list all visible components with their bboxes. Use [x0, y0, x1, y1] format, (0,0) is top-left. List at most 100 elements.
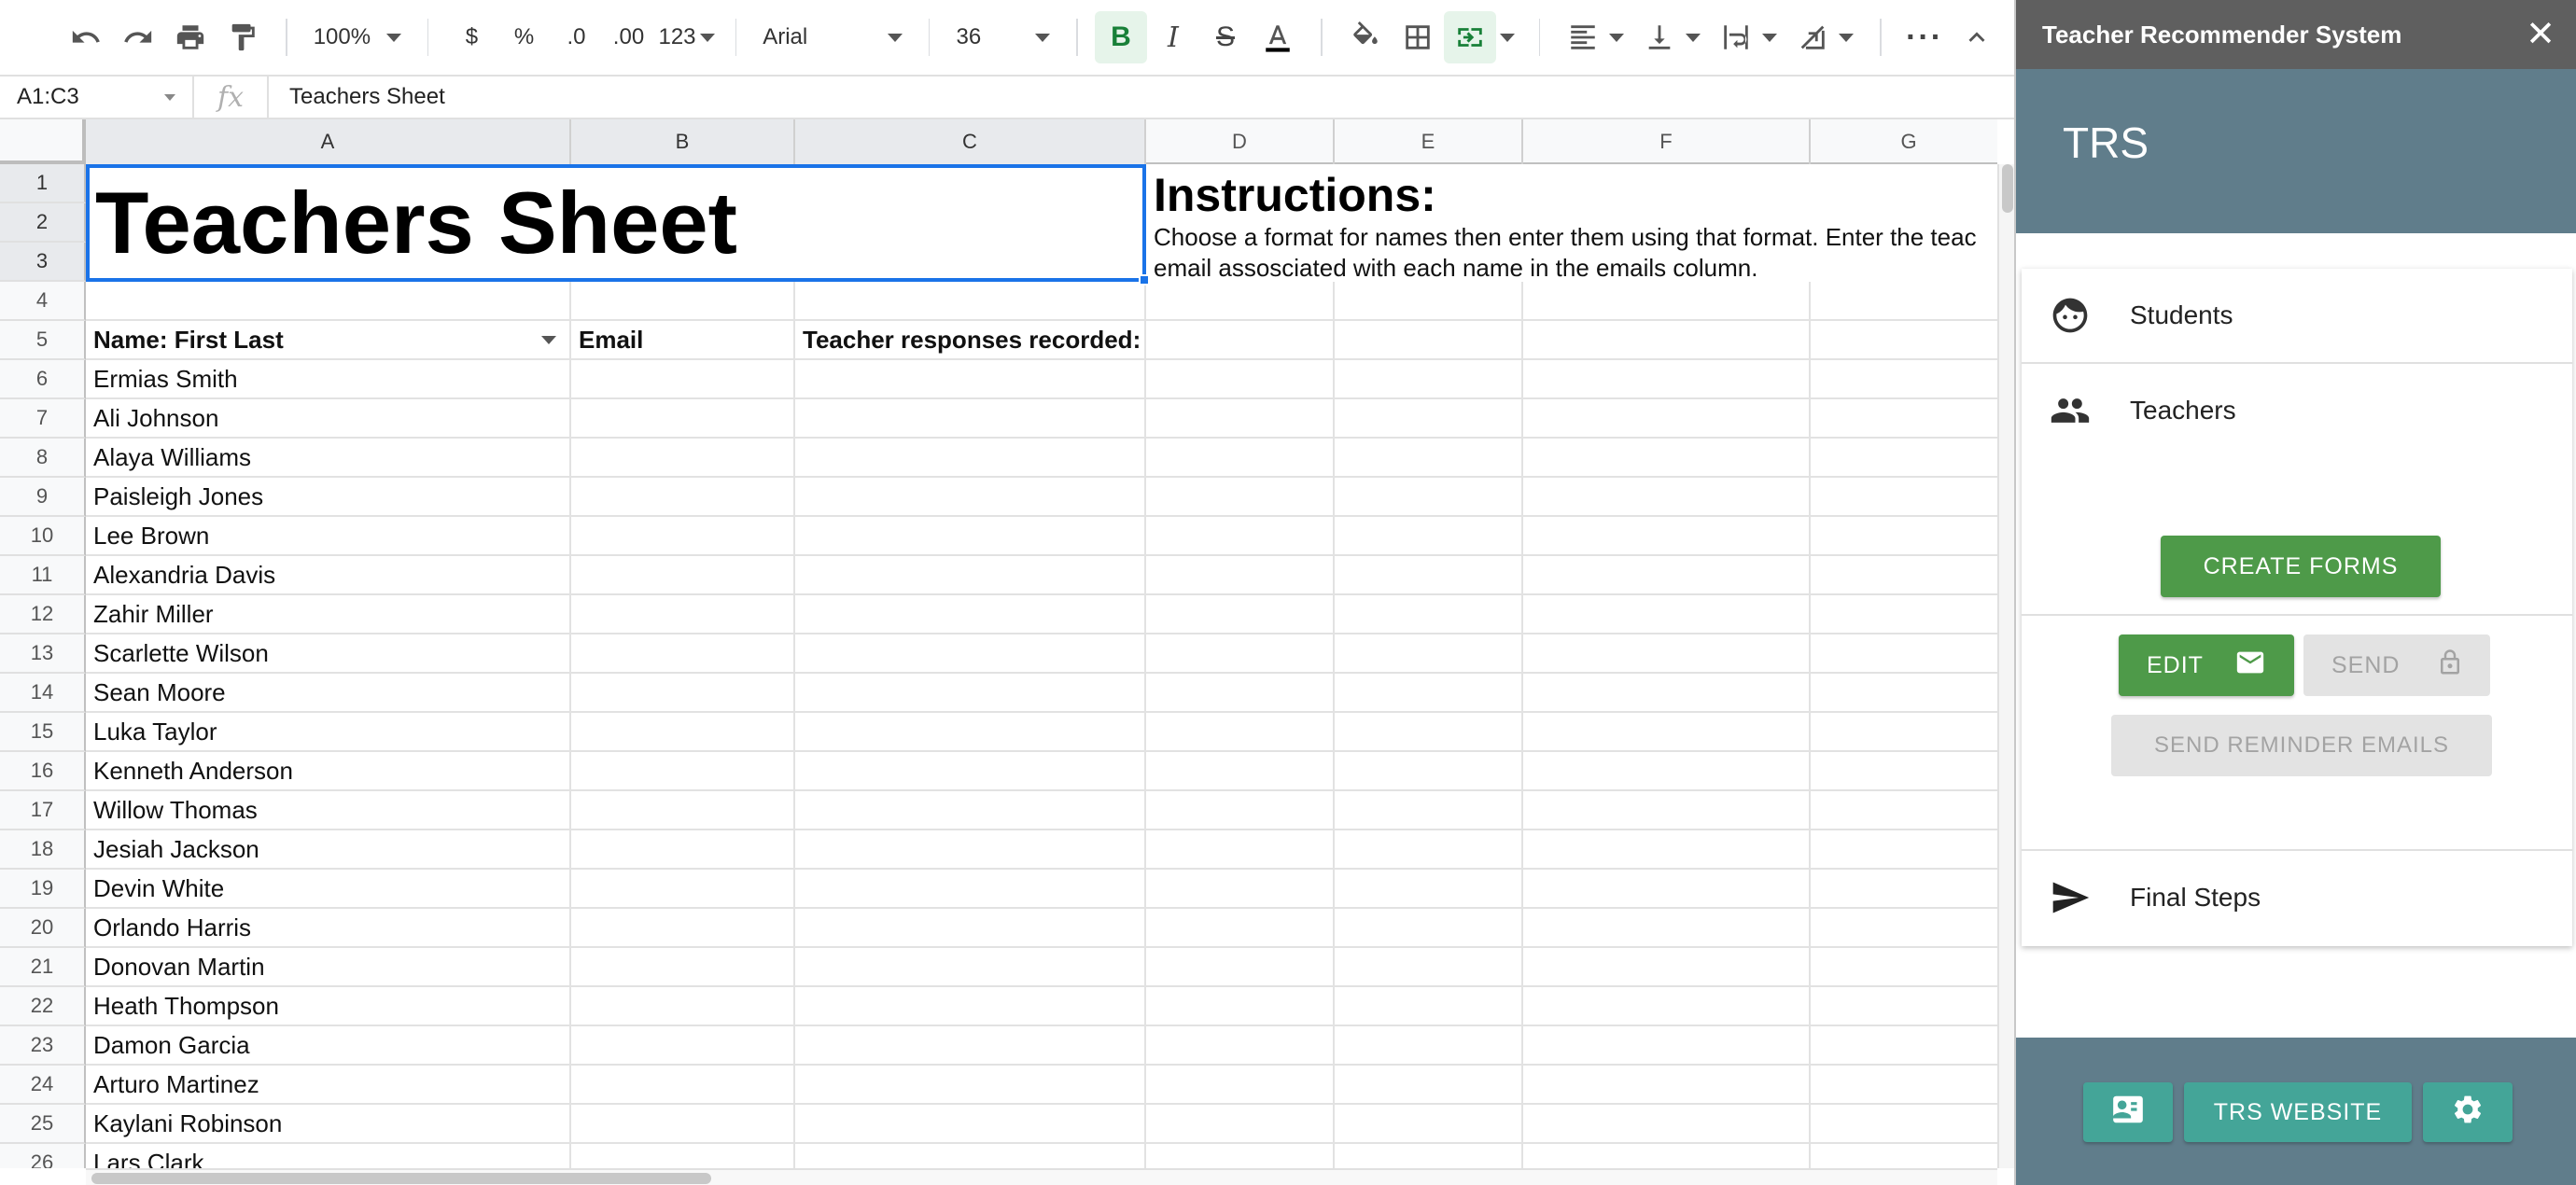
cell-g9[interactable]	[1811, 478, 1997, 517]
teacher-name-cell[interactable]: Paisleigh Jones	[86, 478, 571, 517]
horizontal-scroll-thumb[interactable]	[91, 1173, 711, 1184]
cell-b11[interactable]	[571, 556, 795, 595]
cell-e14[interactable]	[1335, 674, 1523, 713]
cell-d22[interactable]	[1146, 987, 1335, 1026]
cell-c21[interactable]	[795, 948, 1146, 987]
cell-c24[interactable]	[795, 1066, 1146, 1105]
collapse-toolbar-icon[interactable]	[1951, 11, 2003, 63]
cell-f23[interactable]	[1523, 1026, 1811, 1066]
cell-b9[interactable]	[571, 478, 795, 517]
cell-c12[interactable]	[795, 595, 1146, 634]
column-header-e[interactable]: E	[1335, 119, 1523, 164]
cell-g22[interactable]	[1811, 987, 1997, 1026]
cell-d13[interactable]	[1146, 634, 1335, 674]
cell-e10[interactable]	[1335, 517, 1523, 556]
teacher-name-cell[interactable]: Lee Brown	[86, 517, 571, 556]
cell-c6[interactable]	[795, 360, 1146, 399]
bold-button[interactable]: B	[1094, 11, 1147, 63]
print-icon[interactable]	[164, 11, 217, 63]
chevron-down-icon[interactable]	[1499, 33, 1515, 42]
cell-c10[interactable]	[795, 517, 1146, 556]
cell-b23[interactable]	[571, 1026, 795, 1066]
name-column-header[interactable]: Name: First Last	[86, 321, 571, 360]
row-header[interactable]: 22	[0, 987, 86, 1026]
row-header[interactable]: 5	[0, 321, 86, 360]
cell-d4[interactable]	[1146, 282, 1335, 321]
chevron-down-icon[interactable]	[1839, 33, 1855, 42]
teacher-name-cell[interactable]: Kenneth Anderson	[86, 752, 571, 791]
row-header[interactable]: 6	[0, 360, 86, 399]
select-all-corner[interactable]	[0, 119, 86, 164]
fill-handle[interactable]	[1139, 274, 1150, 286]
chevron-down-icon[interactable]	[1609, 33, 1625, 42]
row-header[interactable]: 10	[0, 517, 86, 556]
cell-f11[interactable]	[1523, 556, 1811, 595]
text-rotation-icon[interactable]	[1786, 11, 1839, 63]
number-format-dropdown[interactable]: 123	[654, 11, 718, 63]
cell-d19[interactable]	[1146, 870, 1335, 909]
column-header-c[interactable]: C	[795, 119, 1146, 164]
cell-g24[interactable]	[1811, 1066, 1997, 1105]
cell-g5[interactable]	[1811, 321, 1997, 360]
cell-c20[interactable]	[795, 909, 1146, 948]
cell-f13[interactable]	[1523, 634, 1811, 674]
strikethrough-button[interactable]: S	[1199, 11, 1252, 63]
cell-g14[interactable]	[1811, 674, 1997, 713]
row-header[interactable]: 20	[0, 909, 86, 948]
teacher-name-cell[interactable]: Ali Johnson	[86, 399, 571, 439]
cell-f12[interactable]	[1523, 595, 1811, 634]
cell-g13[interactable]	[1811, 634, 1997, 674]
fill-color-icon[interactable]	[1339, 11, 1392, 63]
cell-c19[interactable]	[795, 870, 1146, 909]
cell-e22[interactable]	[1335, 987, 1523, 1026]
cell-g21[interactable]	[1811, 948, 1997, 987]
row-header[interactable]: 3	[0, 243, 86, 282]
cell-f19[interactable]	[1523, 870, 1811, 909]
instructions-cell[interactable]: Instructions: Choose a format for names …	[1146, 164, 1997, 282]
cell-f20[interactable]	[1523, 909, 1811, 948]
row-header[interactable]: 23	[0, 1026, 86, 1066]
teacher-name-cell[interactable]: Alaya Williams	[86, 439, 571, 478]
teacher-name-cell[interactable]: Jesiah Jackson	[86, 830, 571, 870]
cell-e13[interactable]	[1335, 634, 1523, 674]
cell-g7[interactable]	[1811, 399, 1997, 439]
horizontal-scrollbar[interactable]	[86, 1168, 1997, 1185]
cell-e17[interactable]	[1335, 791, 1523, 830]
row-header[interactable]: 7	[0, 399, 86, 439]
formula-input[interactable]: Teachers Sheet	[269, 84, 445, 110]
cell-c13[interactable]	[795, 634, 1146, 674]
row-header[interactable]: 13	[0, 634, 86, 674]
cell-f17[interactable]	[1523, 791, 1811, 830]
cell-d23[interactable]	[1146, 1026, 1335, 1066]
cell-g4[interactable]	[1811, 282, 1997, 321]
cell-f24[interactable]	[1523, 1066, 1811, 1105]
cell-d16[interactable]	[1146, 752, 1335, 791]
column-header-b[interactable]: B	[571, 119, 795, 164]
row-header[interactable]: 8	[0, 439, 86, 478]
cell-f9[interactable]	[1523, 478, 1811, 517]
teacher-name-cell[interactable]: Arturo Martinez	[86, 1066, 571, 1105]
row-header[interactable]: 14	[0, 674, 86, 713]
text-color-button[interactable]	[1252, 11, 1304, 63]
teacher-name-cell[interactable]: Sean Moore	[86, 674, 571, 713]
italic-button[interactable]: I	[1147, 11, 1199, 63]
teacher-name-cell[interactable]: Donovan Martin	[86, 948, 571, 987]
row-header[interactable]: 15	[0, 713, 86, 752]
cell-d18[interactable]	[1146, 830, 1335, 870]
cell-e19[interactable]	[1335, 870, 1523, 909]
cell-d6[interactable]	[1146, 360, 1335, 399]
more-options-icon[interactable]: ···	[1898, 11, 1951, 63]
cell-c16[interactable]	[795, 752, 1146, 791]
cell-g26[interactable]	[1811, 1144, 1997, 1168]
cell-f6[interactable]	[1523, 360, 1811, 399]
cell-g17[interactable]	[1811, 791, 1997, 830]
teacher-name-cell[interactable]: Scarlette Wilson	[86, 634, 571, 674]
cell-b7[interactable]	[571, 399, 795, 439]
cell-c26[interactable]	[795, 1144, 1146, 1168]
cell-g8[interactable]	[1811, 439, 1997, 478]
cell-f10[interactable]	[1523, 517, 1811, 556]
cell-c7[interactable]	[795, 399, 1146, 439]
cell-b14[interactable]	[571, 674, 795, 713]
create-forms-button[interactable]: CREATE FORMS	[2161, 536, 2441, 597]
cell-f25[interactable]	[1523, 1105, 1811, 1144]
